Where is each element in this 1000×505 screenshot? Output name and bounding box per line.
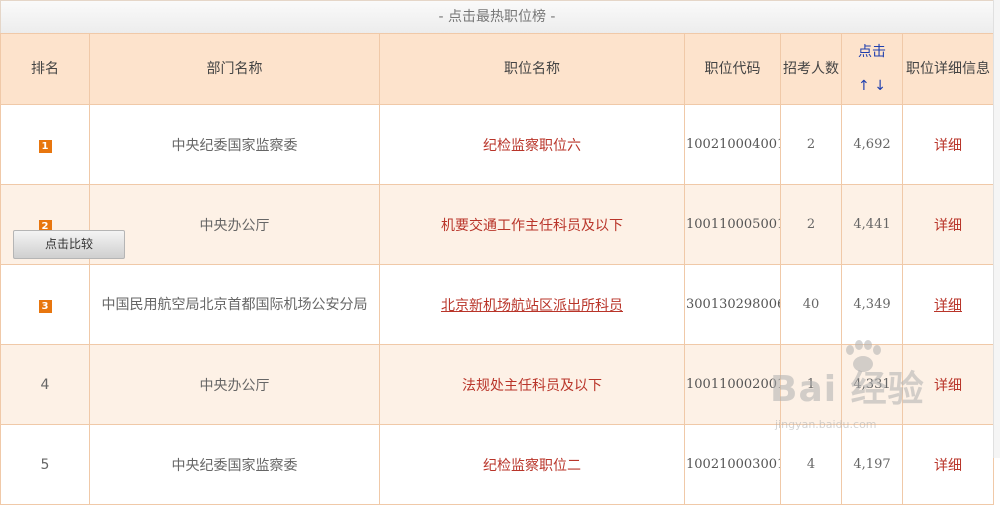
dept-cell: 中央纪委国家监察委 [89, 424, 380, 505]
dept-cell: 中国民用航空局北京首都国际机场公安分局 [89, 264, 380, 345]
clicks-cell: 4,692 [841, 104, 903, 185]
col-code: 职位代码 [684, 33, 781, 105]
table-row: 2 中央办公厅 机要交通工作主任科员及以下 100110005001 2 4,4… [0, 184, 994, 265]
table-row: 1 中央纪委国家监察委 纪检监察职位六 100210004001 2 4,692… [0, 104, 994, 185]
code-cell: 100110005001 [684, 184, 781, 265]
position-cell: 法规处主任科员及以下 [379, 344, 685, 425]
col-recruit: 招考人数 [780, 33, 842, 105]
compare-button[interactable]: 点击比较 [13, 230, 125, 259]
code-cell: 300130298006 [684, 264, 781, 345]
position-link[interactable]: 法规处主任科员及以下 [462, 378, 602, 394]
position-link[interactable]: 北京新机场航站区派出所科员 [441, 298, 623, 314]
col-position: 职位名称 [379, 33, 685, 105]
recruit-cell: 4 [780, 424, 842, 505]
recruit-cell: 1 [780, 344, 842, 425]
dept-cell: 中央办公厅 [89, 344, 380, 425]
dept-cell: 中央纪委国家监察委 [89, 104, 380, 185]
clicks-cell: 4,197 [841, 424, 903, 505]
recruit-cell: 2 [780, 184, 842, 265]
code-cell: 100210003001 [684, 424, 781, 505]
detail-link[interactable]: 详细 [934, 138, 962, 154]
col-detail: 职位详细信息 [902, 33, 994, 105]
position-link[interactable]: 机要交通工作主任科员及以下 [441, 218, 623, 234]
dept-cell: 中央办公厅 [89, 184, 380, 265]
position-cell: 纪检监察职位二 [379, 424, 685, 505]
recruit-cell: 2 [780, 104, 842, 185]
clicks-label[interactable]: 点击 [858, 44, 886, 60]
code-cell: 100210004001 [684, 104, 781, 185]
detail-link[interactable]: 详细 [934, 458, 962, 474]
clicks-cell: 4,349 [841, 264, 903, 345]
clicks-cell: 4,441 [841, 184, 903, 265]
recruit-cell: 40 [780, 264, 842, 345]
table-row: 3 中国民用航空局北京首都国际机场公安分局 北京新机场航站区派出所科员 3001… [0, 264, 994, 345]
rank-cell: 5 [0, 424, 90, 505]
position-cell: 机要交通工作主任科员及以下 [379, 184, 685, 265]
col-rank: 排名 [0, 33, 90, 105]
table-row: 4 中央办公厅 法规处主任科员及以下 100110002001 1 4,331 … [0, 344, 994, 425]
scrollbar[interactable] [993, 0, 1000, 458]
detail-cell: 详细 [902, 344, 994, 425]
detail-link[interactable]: 详细 [934, 298, 962, 314]
detail-link[interactable]: 详细 [934, 378, 962, 394]
detail-cell: 详细 [902, 264, 994, 345]
rank-cell: 1 [0, 104, 90, 185]
col-clicks-sort[interactable]: 点击 ↑ ↓ [841, 33, 903, 105]
position-cell: 北京新机场航站区派出所科员 [379, 264, 685, 345]
clicks-cell: 4,331 [841, 344, 903, 425]
detail-cell: 详细 [902, 104, 994, 185]
col-dept: 部门名称 [89, 33, 380, 105]
detail-link[interactable]: 详细 [934, 218, 962, 234]
detail-cell: 详细 [902, 184, 994, 265]
position-cell: 纪检监察职位六 [379, 104, 685, 185]
rank-badge: 1 [38, 139, 52, 153]
rank-cell: 3 [0, 264, 90, 345]
position-link[interactable]: 纪检监察职位六 [483, 138, 581, 154]
page-title: - 点击最热职位榜 - [0, 0, 994, 34]
detail-cell: 详细 [902, 424, 994, 505]
rank-cell: 4 [0, 344, 90, 425]
code-cell: 100110002001 [684, 344, 781, 425]
table-header-row: 排名 部门名称 职位名称 职位代码 招考人数 点击 ↑ ↓ 职位详细信息 [0, 33, 994, 105]
table-row: 5 中央纪委国家监察委 纪检监察职位二 100210003001 4 4,197… [0, 424, 994, 505]
sort-arrows-icon[interactable]: ↑ ↓ [858, 78, 886, 94]
position-link[interactable]: 纪检监察职位二 [483, 458, 581, 474]
rank-badge: 3 [38, 299, 52, 313]
hot-positions-table: 排名 部门名称 职位名称 职位代码 招考人数 点击 ↑ ↓ 职位详细信息 1 中… [0, 33, 994, 505]
